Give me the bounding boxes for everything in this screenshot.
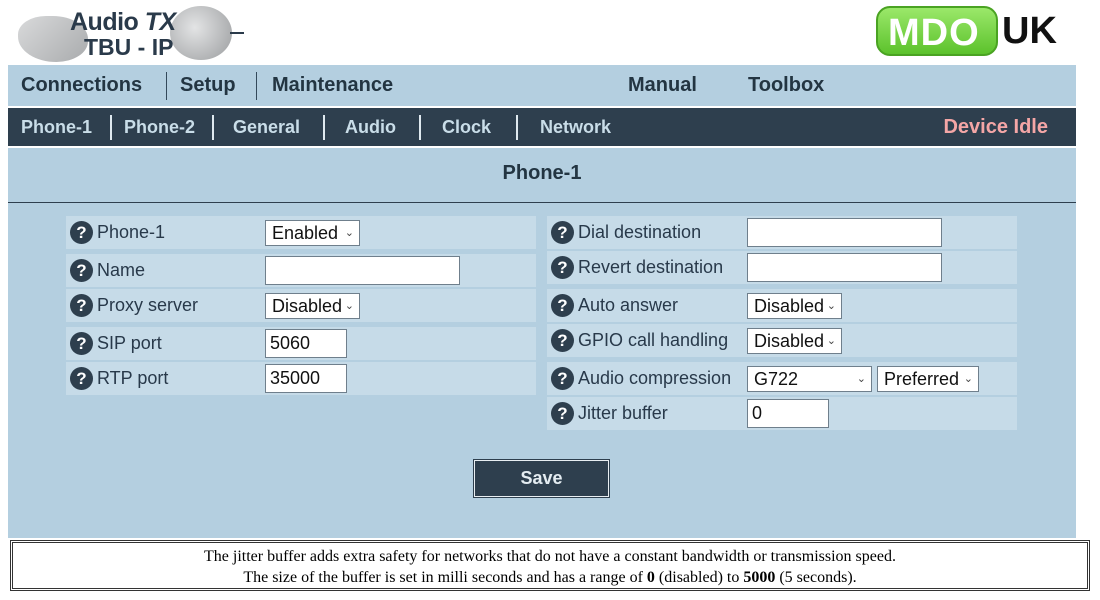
tab-phone-1[interactable]: Phone-1 [21, 108, 92, 146]
nav-maintenance[interactable]: Maintenance [272, 65, 393, 106]
nav-separator [256, 72, 257, 100]
dial-destination-input[interactable] [747, 218, 942, 247]
primary-nav: Connections Setup Maintenance Manual Too… [8, 65, 1076, 106]
help-icon[interactable]: ? [70, 367, 93, 390]
field-row-rtp-port: ? RTP port 35000 [66, 362, 536, 395]
info-line-1: The jitter buffer adds extra safety for … [204, 548, 896, 565]
field-row-sip-port: ? SIP port 5060 [66, 327, 536, 360]
chevron-down-icon: ⌄ [344, 300, 354, 312]
tab-separator [419, 115, 421, 140]
chevron-down-icon: ⌄ [344, 227, 354, 239]
field-label: Revert destination [578, 257, 724, 277]
logo-line1: Audio TX [70, 8, 176, 36]
header: Audio TX TBU - IP MDO UK [0, 0, 1100, 64]
field-label: Audio compression [578, 368, 732, 388]
connector-graphic [170, 6, 232, 60]
panel-title: Phone-1 [502, 162, 582, 184]
sip-port-input[interactable]: 5060 [265, 329, 347, 358]
mdo-pill: MDO [876, 6, 998, 56]
help-icon[interactable]: ? [551, 367, 574, 390]
field-label: Proxy server [97, 295, 199, 315]
field-row-dial-destination: ? Dial destination [547, 216, 1017, 249]
field-row-audio-compression: ? Audio compression G722 ⌄ Preferred ⌄ [547, 362, 1017, 395]
revert-destination-input[interactable] [747, 253, 942, 282]
audio-tx-logo: Audio TX TBU - IP [10, 2, 250, 62]
device-status: Device Idle [943, 116, 1048, 138]
field-label: Auto answer [578, 295, 679, 315]
panel-divider [8, 202, 1076, 203]
help-icon[interactable]: ? [551, 256, 574, 279]
help-icon[interactable]: ? [551, 221, 574, 244]
rtp-port-input[interactable]: 35000 [265, 364, 347, 393]
field-label: Name [97, 260, 146, 280]
save-button[interactable]: Save [473, 459, 610, 498]
help-info-box: The jitter buffer adds extra safety for … [10, 540, 1090, 591]
proxy-server-select[interactable]: Disabled ⌄ [265, 293, 360, 319]
field-label: Dial destination [578, 222, 702, 242]
tab-separator [212, 115, 214, 140]
field-row-gpio-call-handling: ? GPIO call handling Disabled ⌄ [547, 324, 1017, 357]
help-icon[interactable]: ? [70, 259, 93, 282]
secondary-nav: Phone-1 Phone-2 General Audio Clock Netw… [8, 108, 1076, 146]
phone-enable-select[interactable]: Enabled ⌄ [265, 220, 360, 246]
field-row-auto-answer: ? Auto answer Disabled ⌄ [547, 289, 1017, 322]
help-icon[interactable]: ? [70, 332, 93, 355]
tab-separator [323, 115, 325, 140]
nav-toolbox[interactable]: Toolbox [748, 65, 824, 106]
tab-audio[interactable]: Audio [345, 108, 396, 146]
tab-general[interactable]: General [233, 108, 300, 146]
nav-separator [166, 72, 167, 100]
field-label: RTP port [97, 368, 169, 388]
field-row-name: ? Name [66, 254, 536, 287]
field-row-jitter-buffer: ? Jitter buffer 0 [547, 397, 1017, 430]
compression-preference-select[interactable]: Preferred ⌄ [877, 366, 979, 392]
help-icon[interactable]: ? [551, 294, 574, 317]
chevron-down-icon: ⌄ [963, 373, 973, 385]
tab-phone-2[interactable]: Phone-2 [124, 108, 195, 146]
tab-network[interactable]: Network [540, 108, 611, 146]
phone-settings-panel: Phone-1 ? Phone-1 Enabled ⌄ ? Name ? Prox… [8, 148, 1076, 538]
help-icon[interactable]: ? [70, 221, 93, 244]
help-icon[interactable]: ? [70, 294, 93, 317]
chevron-down-icon: ⌄ [856, 373, 866, 385]
field-row-proxy-server: ? Proxy server Disabled ⌄ [66, 289, 536, 322]
tab-separator [516, 115, 518, 140]
field-label: SIP port [97, 333, 162, 353]
jitter-buffer-input[interactable]: 0 [747, 399, 829, 428]
chevron-down-icon: ⌄ [826, 300, 836, 312]
tab-separator [110, 115, 112, 140]
tab-clock[interactable]: Clock [442, 108, 491, 146]
chevron-down-icon: ⌄ [826, 335, 836, 347]
logo-line2: TBU - IP [84, 34, 174, 60]
field-label: GPIO call handling [578, 330, 729, 350]
audio-compression-select[interactable]: G722 ⌄ [747, 366, 872, 392]
mdo-uk-logo: MDO UK [876, 6, 1068, 58]
nav-manual[interactable]: Manual [628, 65, 697, 106]
field-row-revert-destination: ? Revert destination [547, 251, 1017, 284]
field-label: Phone-1 [97, 222, 166, 242]
help-icon[interactable]: ? [551, 402, 574, 425]
gpio-call-handling-select[interactable]: Disabled ⌄ [747, 328, 842, 354]
info-line-2: The size of the buffer is set in milli s… [243, 569, 857, 586]
logo-uk-text: UK [1002, 10, 1057, 52]
auto-answer-select[interactable]: Disabled ⌄ [747, 293, 842, 319]
nav-connections[interactable]: Connections [21, 65, 142, 106]
nav-setup[interactable]: Setup [180, 65, 236, 106]
name-input[interactable] [265, 256, 460, 285]
logo-dash [230, 32, 244, 34]
field-label: Jitter buffer [578, 403, 668, 423]
field-row-phone-enable: ? Phone-1 Enabled ⌄ [66, 216, 536, 249]
help-icon[interactable]: ? [551, 329, 574, 352]
